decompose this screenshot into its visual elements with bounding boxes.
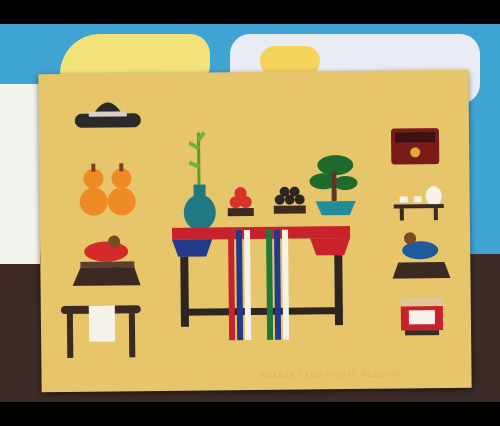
gourd-icon — [79, 163, 136, 216]
postcard: KOREAN TRADITIONAL WEDDING — [38, 69, 472, 393]
fruit-bowl-icon — [227, 186, 306, 217]
vase-bamboo-icon — [183, 131, 216, 231]
rooster-icon — [72, 235, 141, 286]
map-legend — [0, 84, 40, 264]
duck-icon — [392, 232, 451, 279]
chest-icon — [390, 128, 440, 165]
cups-icon — [393, 186, 444, 221]
postcard-illustration — [60, 102, 451, 358]
stool-icon — [60, 305, 141, 358]
wedding-table-icon — [171, 226, 351, 341]
pine-bonsai-icon — [309, 155, 358, 216]
photo-background: KOREAN TRADITIONAL WEDDING — [0, 24, 500, 402]
hat-icon — [74, 102, 141, 128]
bench-icon — [400, 298, 444, 336]
